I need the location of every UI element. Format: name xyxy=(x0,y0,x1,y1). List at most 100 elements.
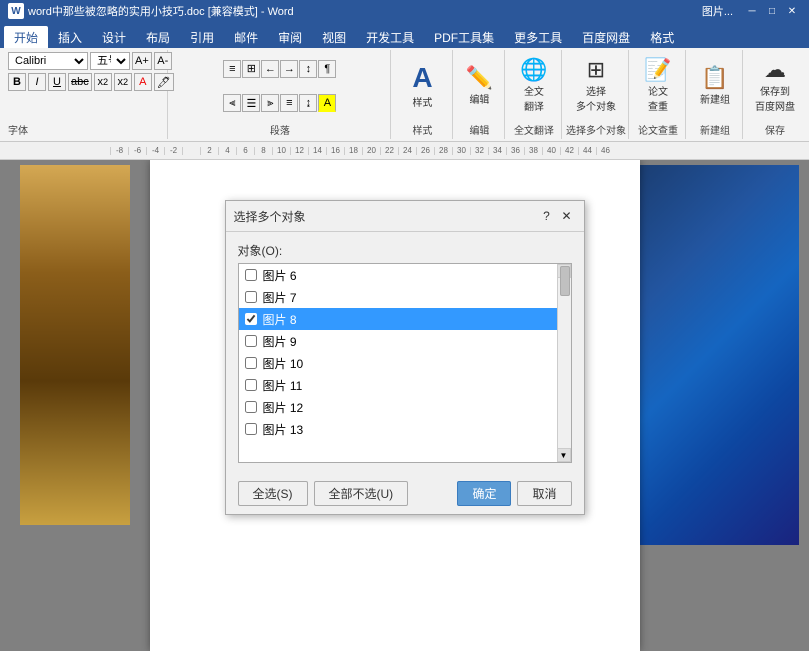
styles-controls: A 样式 xyxy=(406,52,438,120)
scrollbar-thumb[interactable] xyxy=(560,266,570,296)
sort-button[interactable]: ↕ xyxy=(299,60,317,78)
list-item[interactable]: 图片 7 xyxy=(239,286,571,308)
scrollbar-track[interactable]: ▲ ▼ xyxy=(557,264,571,462)
list-item-checkbox[interactable] xyxy=(245,357,257,369)
list-item[interactable]: 图片 8 xyxy=(239,308,571,330)
right-photo xyxy=(614,165,799,545)
tab-mail[interactable]: 邮件 xyxy=(224,26,268,48)
ok-button[interactable]: 确定 xyxy=(457,481,511,506)
list-item[interactable]: 图片 13 xyxy=(239,418,571,440)
translate-button[interactable]: 🌐 全文翻译 xyxy=(516,56,551,116)
align-center-button[interactable]: ☰ xyxy=(242,94,260,112)
list-bullet-button[interactable]: ≡ xyxy=(223,60,241,78)
subscript-button[interactable]: x2 xyxy=(94,73,112,91)
paragraph-group-label: 段落 xyxy=(270,120,290,137)
newgroup-button[interactable]: 📋 新建组 xyxy=(696,56,734,116)
list-item-checkbox[interactable] xyxy=(245,269,257,281)
paragraph-controls: ≡ ⊞ ← → ↕ ¶ ⫷ ☰ ⫸ ≡ ↨ A xyxy=(174,52,386,120)
list-items-container: 图片 6图片 7图片 8 图片 9 图片 10图片 11 图片 12 图片 13 xyxy=(239,264,571,440)
thesis-label: 论文查重 xyxy=(648,83,668,113)
font-name-select[interactable]: Calibri xyxy=(8,52,88,70)
deselect-all-button[interactable]: 全部不选(U) xyxy=(314,481,409,506)
translate-group-label: 全文翻译 xyxy=(514,120,554,137)
multiselect-button[interactable]: ⊞ 选择多个对象 xyxy=(572,56,620,116)
show-marks-button[interactable]: ¶ xyxy=(318,60,336,78)
list-item[interactable]: 图片 12 xyxy=(239,396,571,418)
save-controls: ☁ 保存到百度网盘 xyxy=(751,52,799,120)
list-item-checkbox[interactable] xyxy=(245,313,257,325)
dialog-close-button[interactable]: ✕ xyxy=(558,207,576,225)
styles-icon: A xyxy=(412,64,432,92)
newgroup-icon: 📋 xyxy=(701,67,728,89)
list-number-button[interactable]: ⊞ xyxy=(242,60,260,78)
justify-button[interactable]: ≡ xyxy=(280,94,298,112)
list-item-checkbox[interactable] xyxy=(245,423,257,435)
thesis-icon: 📝 xyxy=(644,59,671,81)
list-item-checkbox[interactable] xyxy=(245,401,257,413)
thesis-controls: 📝 论文查重 xyxy=(640,52,675,120)
thesis-button[interactable]: 📝 论文查重 xyxy=(640,56,675,116)
tab-layout[interactable]: 布局 xyxy=(136,26,180,48)
select-all-button[interactable]: 全选(S) xyxy=(238,481,308,506)
bold-button[interactable]: B xyxy=(8,73,26,91)
list-item[interactable]: 图片 10 xyxy=(239,352,571,374)
align-right-button[interactable]: ⫸ xyxy=(261,94,279,112)
tab-view[interactable]: 视图 xyxy=(312,26,356,48)
ribbon-group-newgroup: 📋 新建组 新建组 xyxy=(688,50,743,139)
thesis-group-label: 论文查重 xyxy=(638,120,678,137)
tab-baidu[interactable]: 百度网盘 xyxy=(572,26,640,48)
list-item[interactable]: 图片 11 xyxy=(239,374,571,396)
tab-review[interactable]: 审阅 xyxy=(268,26,312,48)
document-area: 选择多个对象 ? ✕ 对象(O): 图片 6图片 7图片 8图片 9图片 10图… xyxy=(0,160,809,651)
list-item[interactable]: 图片 6 xyxy=(239,264,571,286)
align-left-button[interactable]: ⫷ xyxy=(223,94,241,112)
list-item-checkbox[interactable] xyxy=(245,291,257,303)
list-item[interactable]: 图片 9 xyxy=(239,330,571,352)
dialog-titlebar: 选择多个对象 ? ✕ xyxy=(226,201,584,232)
indent-decrease-button[interactable]: ← xyxy=(261,60,279,78)
save-baidu-button[interactable]: ☁ 保存到百度网盘 xyxy=(751,56,799,116)
tab-format[interactable]: 格式 xyxy=(640,26,684,48)
styles-button[interactable]: A 样式 xyxy=(406,56,438,116)
tab-references[interactable]: 引用 xyxy=(180,26,224,48)
edit-button[interactable]: ✏️ 编辑 xyxy=(462,56,497,116)
newgroup-label: 新建组 xyxy=(700,91,730,106)
close-button[interactable]: ✕ xyxy=(783,3,801,19)
maximize-button[interactable]: □ xyxy=(763,3,781,19)
objects-list[interactable]: 图片 6图片 7图片 8 图片 9 图片 10图片 11 图片 12 图片 13 ▲ ▼ xyxy=(238,263,572,463)
italic-button[interactable]: I xyxy=(28,73,46,91)
list-item-label: 图片 12 xyxy=(263,399,304,416)
tab-start[interactable]: 开始 xyxy=(4,26,48,48)
tab-design[interactable]: 设计 xyxy=(92,26,136,48)
list-item-label: 图片 9 xyxy=(263,333,297,350)
underline-button[interactable]: U xyxy=(48,73,66,91)
dialog-footer: 全选(S) 全部不选(U) 确定 取消 xyxy=(226,473,584,514)
ribbon-tabs: 开始 插入 设计 布局 引用 邮件 审阅 视图 开发工具 PDF工具集 更多工具… xyxy=(0,22,809,48)
list-item-checkbox[interactable] xyxy=(245,379,257,391)
strikethrough-button[interactable]: abc xyxy=(68,73,92,91)
cancel-button[interactable]: 取消 xyxy=(517,481,571,506)
scrollbar-down-button[interactable]: ▼ xyxy=(557,448,571,462)
tab-pdf[interactable]: PDF工具集 xyxy=(424,26,504,48)
tab-insert[interactable]: 插入 xyxy=(48,26,92,48)
newgroup-group-label: 新建组 xyxy=(700,120,730,137)
list-item-checkbox[interactable] xyxy=(245,335,257,347)
tab-more[interactable]: 更多工具 xyxy=(504,26,572,48)
multiselect-group-label: 选择多个对象 xyxy=(566,120,626,137)
translate-icon: 🌐 xyxy=(520,59,547,81)
font-controls: Calibri 五号 A+ A- B I U abc x2 x2 A 🖊 xyxy=(8,52,163,120)
dialog-body: 对象(O): 图片 6图片 7图片 8图片 9图片 10图片 11图片 12图片… xyxy=(226,232,584,473)
font-color-button[interactable]: A xyxy=(134,73,152,91)
ribbon-group-paragraph: ≡ ⊞ ← → ↕ ¶ ⫷ ☰ ⫸ ≡ ↨ A 段落 xyxy=(170,50,391,139)
translate-label: 全文翻译 xyxy=(524,83,544,113)
tab-developer[interactable]: 开发工具 xyxy=(356,26,424,48)
superscript-button[interactable]: x2 xyxy=(114,73,132,91)
minimize-button[interactable]: ─ xyxy=(743,3,761,19)
paragraph-row2: ⫷ ☰ ⫸ ≡ ↨ A xyxy=(223,94,336,112)
grow-font-button[interactable]: A+ xyxy=(132,52,152,70)
font-size-select[interactable]: 五号 xyxy=(90,52,130,70)
indent-increase-button[interactable]: → xyxy=(280,60,298,78)
dialog-help-button[interactable]: ? xyxy=(538,207,556,225)
shading-button[interactable]: A xyxy=(318,94,336,112)
line-spacing-button[interactable]: ↨ xyxy=(299,94,317,112)
